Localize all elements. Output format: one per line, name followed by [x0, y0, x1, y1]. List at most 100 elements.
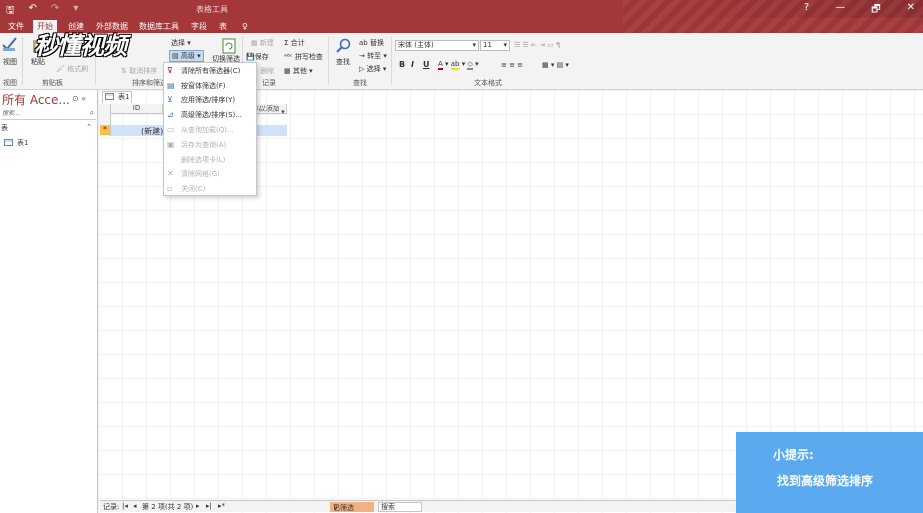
selection-label: 选择: [171, 39, 185, 47]
menu-item-label: 应用筛选/排序(Y): [181, 96, 236, 104]
status-search-input[interactable]: 搜索: [378, 502, 422, 512]
tab-fields[interactable]: 字段: [187, 20, 211, 33]
column-header-add[interactable]: 单击以添加 ▾: [257, 104, 287, 116]
advanced-filter-menu: ⊽ 清除所有筛选器(C) ▤ 按窗体筛选(F) ⊻ 应用筛选/排序(Y) ⊿ 高级筛选/…: [163, 62, 257, 196]
nav-item-table1[interactable]: 表1: [4, 138, 28, 148]
menu-item-label: 清除网格(G): [181, 170, 220, 178]
separator: [22, 37, 23, 85]
new-record-nav-button[interactable]: ▸*: [218, 502, 225, 510]
spelling-label: 拼写检查: [294, 53, 323, 61]
remove-sort-button[interactable]: ⇅ 取消排序: [121, 66, 157, 76]
title-bar: 🖫 ↶ ↷ ▾ 表格工具 ? — 🗗 ✕: [0, 0, 923, 18]
group-sort-filter: 排序和筛选: [132, 79, 167, 87]
spelling-button[interactable]: ᴬᴮᶜ 拼写检查: [284, 52, 323, 62]
nav-menu-icon[interactable]: ⊙ «: [72, 94, 86, 103]
column-header-id[interactable]: ID: [111, 104, 163, 114]
menu-filter-by-form[interactable]: ▤ 按窗体筛选(F): [164, 79, 256, 93]
contextual-title: 表格工具: [196, 5, 228, 14]
nav-section-tables[interactable]: 表 ⌃: [1, 123, 96, 134]
group-clipboard: 剪贴板: [42, 79, 63, 87]
totals-label: 合计: [290, 39, 305, 47]
tip-body: 找到高级筛选排序: [777, 474, 874, 488]
goto-label: 转至: [367, 52, 382, 60]
list-buttons[interactable]: ☰ ☰ ⇤ ⇥ ▭ ¶: [514, 41, 560, 49]
selection-button[interactable]: 选择 ▾: [171, 38, 191, 48]
font-size-value: 11: [483, 41, 492, 49]
restore-button[interactable]: 🗗: [871, 2, 880, 19]
chevron-down-icon: ▾: [472, 41, 476, 49]
goto-button[interactable]: → 转至 ▾: [359, 51, 387, 61]
tell-me-icon[interactable]: ♀: [238, 20, 252, 33]
next-record-button[interactable]: ▸: [196, 502, 200, 510]
nav-title[interactable]: 所有 Acce...: [2, 91, 70, 108]
form-filter-icon: ▤: [167, 81, 175, 90]
select-button[interactable]: ▷ 选择 ▾: [359, 64, 386, 74]
nav-search-input[interactable]: 搜索... ⌕: [1, 108, 96, 120]
align-buttons[interactable]: ≡ ≡ ≡: [501, 61, 523, 69]
collapse-icon: ⌃: [86, 123, 92, 131]
chevron-down-icon: ▾: [503, 41, 507, 49]
tab-table1[interactable]: 表1: [102, 91, 132, 103]
bold-button[interactable]: B: [399, 60, 405, 69]
menu-delete-tab: 删除选项卡(L): [164, 153, 256, 167]
format-painter-label: 格式刷: [67, 65, 89, 73]
select-label: 选择: [366, 65, 381, 73]
record-position[interactable]: 第 2 项(共 2 项): [142, 502, 193, 512]
save-record-button[interactable]: 💾保存: [246, 52, 269, 62]
filtered-label: 已筛选: [333, 504, 354, 512]
new-record-label: (新建): [141, 127, 164, 136]
font-name-select[interactable]: 宋体 (主体) ▾: [395, 40, 479, 51]
font-color-icon[interactable]: A ▾ ab ▾ ◇ ▾: [438, 60, 479, 70]
first-record-button[interactable]: |◂: [122, 502, 128, 510]
access-window: { "titlebar": {"contextual_title": "表格工具…: [0, 0, 923, 513]
totals-button[interactable]: Σ 合计: [284, 38, 305, 48]
font-size-select[interactable]: 11 ▾: [480, 40, 510, 51]
minimize-button[interactable]: —: [835, 2, 845, 19]
menu-save-as-query: ▣ 另存为查询(A): [164, 138, 256, 152]
tab-table[interactable]: 表: [215, 20, 231, 33]
separator: [391, 37, 392, 85]
refresh-icon[interactable]: [221, 38, 237, 54]
table-icon: [4, 139, 13, 146]
view-button[interactable]: 视图: [3, 57, 17, 67]
new-record-marker-icon: *: [100, 125, 110, 135]
filtered-badge[interactable]: ⊽ 已筛选: [330, 502, 374, 512]
gridlines-icon[interactable]: ▦ ▾ ▤ ▾: [542, 61, 569, 69]
advanced-button[interactable]: ▤ 高级 ▾: [169, 50, 204, 62]
menu-apply-filter-sort[interactable]: ⊻ 应用筛选/排序(Y): [164, 93, 256, 107]
menu-item-label: 删除选项卡(L): [181, 156, 226, 164]
find-icon[interactable]: [336, 38, 352, 54]
menu-close: ▫ 关闭(C): [164, 182, 256, 196]
apply-filter-icon: ⊻: [167, 95, 173, 104]
prev-record-button[interactable]: ◂: [133, 502, 137, 510]
close-button[interactable]: ✕: [907, 2, 915, 19]
menu-item-label: 从查询加载(Q)...: [181, 126, 234, 134]
tab-file[interactable]: 文件: [4, 20, 28, 33]
help-button[interactable]: ?: [804, 2, 809, 19]
new-record-button[interactable]: ▦ 新建: [251, 38, 274, 48]
menu-clear-all-filters[interactable]: ⊽ 清除所有筛选器(C): [164, 64, 256, 78]
last-record-button[interactable]: ▸|: [206, 502, 212, 510]
more-button[interactable]: ▦ 其他 ▾: [284, 66, 313, 76]
tip-overlay: 小提示: 找到高级筛选排序: [736, 432, 923, 513]
new-record-label: 新建: [259, 39, 274, 47]
clear-grid-icon: ✕: [167, 169, 174, 178]
nav-item-label: 表1: [17, 139, 29, 147]
doc-tab-label: 表1: [118, 93, 130, 101]
italic-button[interactable]: I: [411, 60, 414, 69]
underline-button[interactable]: U: [423, 60, 430, 69]
tab-database-tools[interactable]: 数据库工具: [135, 20, 183, 33]
more-label: 其他: [292, 67, 307, 75]
menu-item-label: 另存为查询(A): [181, 141, 227, 149]
save-record-label: 保存: [254, 53, 269, 61]
advanced-label: 高级: [180, 52, 195, 60]
menu-advanced-filter-sort[interactable]: ⊿ 高级筛选/排序(S)...: [164, 108, 256, 122]
navigation-pane: 所有 Acce... ⊙ « 搜索... ⌕ 表 ⌃ 表1: [0, 90, 98, 513]
view-icon[interactable]: [2, 36, 18, 52]
menu-load-from-query: ▭ 从查询加载(Q)...: [164, 123, 256, 137]
find-button[interactable]: 查找: [336, 57, 350, 67]
close-menu-icon: ▫: [167, 184, 173, 193]
menu-clear-grid: ✕ 清除网格(G): [164, 167, 256, 181]
replace-button[interactable]: ab 替换: [359, 38, 384, 48]
format-painter-button[interactable]: 🖌 格式刷: [56, 64, 88, 74]
